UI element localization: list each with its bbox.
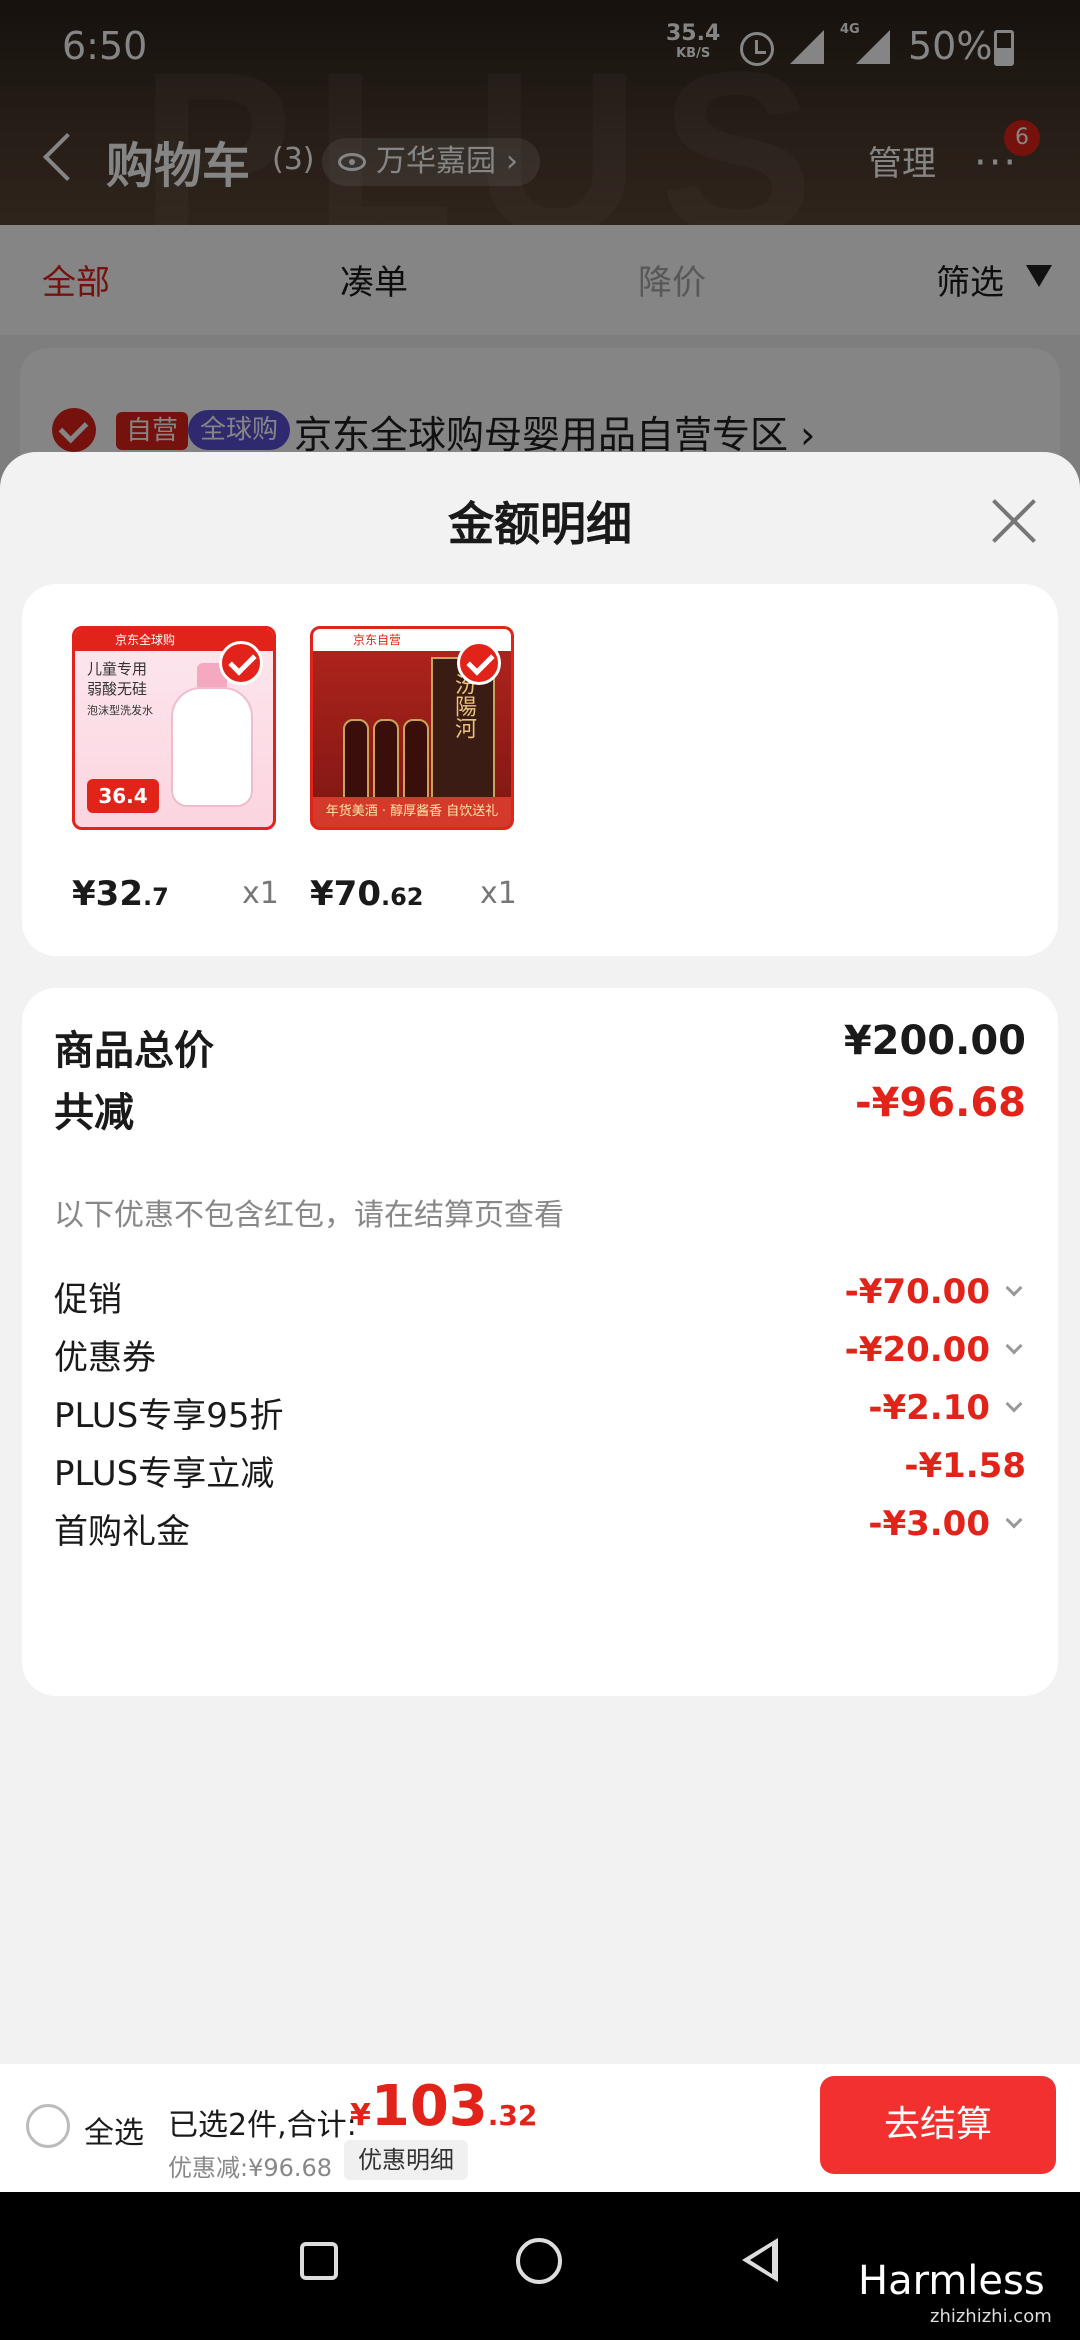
product-image: 京东自营 汾陽河 年货美酒 · 醇厚酱香 自饮送礼 [310,626,514,830]
goods-item[interactable]: 京东全球购 儿童专用 弱酸无硅 泡沫型洗发水 36.4 ¥32.7 x1 [72,584,282,956]
close-icon[interactable] [990,496,1038,544]
checkout-button[interactable]: 去结算 [820,2076,1056,2174]
select-all-label[interactable]: 全选 [84,2108,144,2152]
item-checked-icon [219,641,263,685]
goods-item[interactable]: 京东自营 汾陽河 年货美酒 · 醇厚酱香 自饮送礼 ¥70.62 x1 [310,584,520,956]
saved-amount: 优惠减:¥96.68 [168,2154,333,2182]
watermark: Harmless [858,2258,1045,2304]
chevron-down-icon [1005,1337,1023,1355]
item-qty: x1 [242,876,279,911]
price-summary-card: 商品总价 ¥200.00 共减 -¥96.68 以下优惠不包含红包，请在结算页查… [22,988,1058,1696]
home-icon[interactable] [516,2238,562,2284]
chevron-down-icon [1005,1279,1023,1297]
discount-detail-button[interactable]: 优惠明细 [344,2140,468,2180]
discount-note: 以下优惠不包含红包，请在结算页查看 [54,1198,564,1233]
watermark-url: zhizhizhi.com [930,2306,1052,2327]
back-icon[interactable] [742,2238,778,2282]
item-checked-icon [457,641,501,685]
checkout-bar: 全选 已选2件,合计: ¥103.32 优惠减:¥96.68 优惠明细 去结算 [0,2064,1080,2192]
item-qty: x1 [480,876,517,911]
total-amount: ¥103.32 [350,2074,538,2139]
bottle-image [171,687,253,807]
selected-goods-card: 京东全球购 儿童专用 弱酸无硅 泡沫型洗发水 36.4 ¥32.7 x1 京东自… [22,584,1058,956]
sheet-title: 金额明细 [448,497,632,551]
select-all-checkbox[interactable] [26,2104,70,2148]
chevron-down-icon [1005,1511,1023,1529]
product-image: 京东全球购 儿童专用 弱酸无硅 泡沫型洗发水 36.4 [72,626,276,830]
selected-summary: 已选2件,合计: [168,2108,357,2143]
amount-detail-sheet: 金额明细 京东全球购 儿童专用 弱酸无硅 泡沫型洗发水 36.4 ¥32.7 x… [0,452,1080,2064]
recent-apps-icon[interactable] [300,2242,338,2280]
chevron-down-icon [1005,1395,1023,1413]
